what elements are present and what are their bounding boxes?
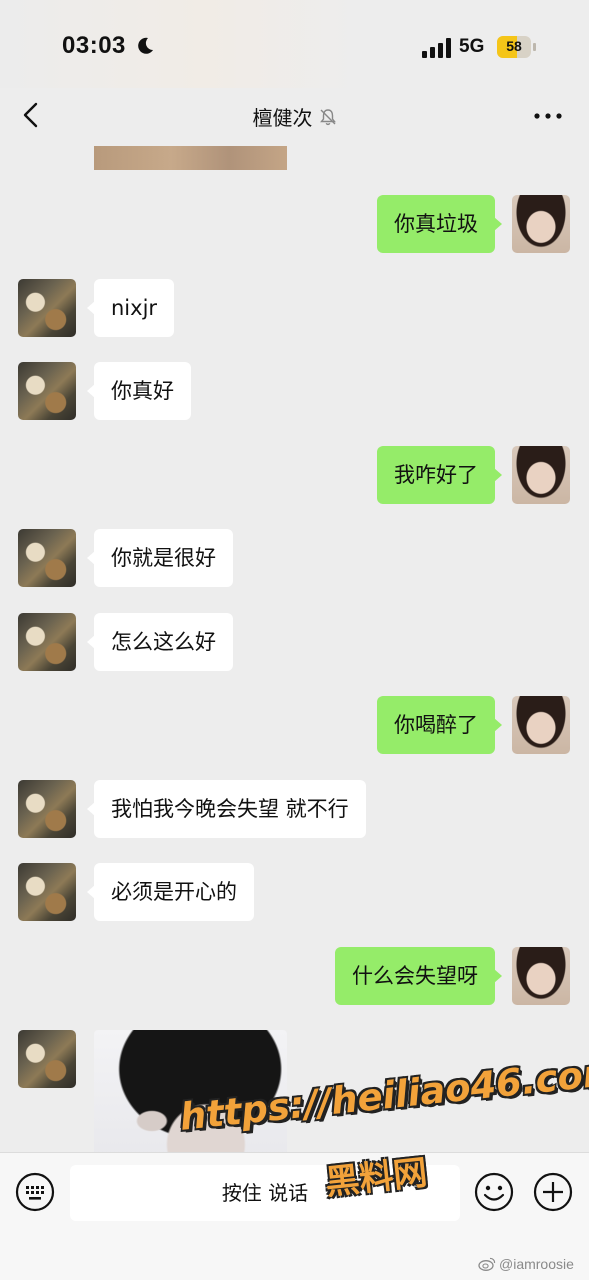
partial-image-message[interactable] <box>94 146 287 170</box>
battery-tip <box>533 43 536 51</box>
chat-title-container: 檀健次 <box>0 102 589 131</box>
avatar[interactable] <box>18 613 76 671</box>
message-text: 必须是开心的 <box>111 880 237 904</box>
avatar[interactable] <box>512 195 570 253</box>
message-text: 你喝醉了 <box>394 713 478 737</box>
message-text: 什么会失望呀 <box>352 964 478 988</box>
message-received: 我怕我今晚会失望 就不行 <box>0 780 589 838</box>
status-bar: 03:03 5G 58 <box>0 0 589 88</box>
message-text: 怎么这么好 <box>111 630 216 654</box>
message-text: 你真好 <box>111 379 174 403</box>
avatar[interactable] <box>18 780 76 838</box>
chat-message-list[interactable]: 你真垃圾 nixjr 你真好 我咋好了 你就是很好 怎么这么好 你喝醉了 我怕我… <box>0 146 589 1152</box>
message-bubble[interactable]: 你真垃圾 <box>377 195 502 253</box>
message-received: nixjr <box>0 279 589 337</box>
watermark-handle: @iamroosie <box>499 1256 574 1272</box>
avatar[interactable] <box>18 529 76 587</box>
message-sent: 你真垃圾 <box>0 195 589 253</box>
battery-indicator: 58 <box>497 36 536 58</box>
battery-body: 58 <box>497 36 531 58</box>
message-text: 我咋好了 <box>394 463 478 487</box>
avatar[interactable] <box>18 863 76 921</box>
message-bubble[interactable]: 你就是很好 <box>87 529 233 587</box>
message-sent: 你喝醉了 <box>0 696 589 754</box>
message-bubble[interactable]: 你喝醉了 <box>377 696 502 754</box>
avatar[interactable] <box>512 696 570 754</box>
battery-level: 58 <box>506 38 522 54</box>
moon-icon <box>138 37 153 54</box>
message-text: nixjr <box>111 296 158 320</box>
message-bubble[interactable]: 我咋好了 <box>377 446 502 504</box>
network-type: 5G <box>459 36 485 57</box>
message-bubble[interactable]: 什么会失望呀 <box>335 947 502 1005</box>
message-text: 你就是很好 <box>111 546 216 570</box>
message-text: 我怕我今晚会失望 就不行 <box>111 797 349 821</box>
keyboard-icon[interactable] <box>14 1171 56 1213</box>
avatar[interactable] <box>512 947 570 1005</box>
message-received: 怎么这么好 <box>0 613 589 671</box>
emoji-icon[interactable] <box>473 1171 515 1213</box>
weibo-watermark: @iamroosie <box>478 1256 574 1272</box>
message-received: 你就是很好 <box>0 529 589 587</box>
chat-header: 檀健次 <box>0 88 589 146</box>
message-bubble[interactable]: nixjr <box>86 279 175 337</box>
message-sent: 我咋好了 <box>0 446 589 504</box>
message-sent: 什么会失望呀 <box>0 947 589 1005</box>
avatar[interactable] <box>18 362 76 420</box>
avatar[interactable] <box>512 446 570 504</box>
status-time: 03:03 <box>62 32 126 59</box>
chat-title: 檀健次 <box>252 106 313 130</box>
weibo-icon <box>478 1257 496 1271</box>
message-bubble[interactable]: 你真好 <box>87 362 191 420</box>
avatar[interactable] <box>18 279 76 337</box>
message-bubble[interactable]: 怎么这么好 <box>87 613 233 671</box>
message-received: 你真好 <box>0 362 589 420</box>
avatar[interactable] <box>18 1030 76 1088</box>
message-received: 必须是开心的 <box>0 863 589 921</box>
signal-icon <box>422 38 451 58</box>
message-bubble[interactable]: 必须是开心的 <box>87 863 254 921</box>
more-icon[interactable] <box>530 104 566 128</box>
message-bubble[interactable]: 我怕我今晚会失望 就不行 <box>87 780 366 838</box>
plus-icon[interactable] <box>532 1171 574 1213</box>
mute-icon <box>319 108 336 125</box>
message-text: 你真垃圾 <box>394 212 478 236</box>
